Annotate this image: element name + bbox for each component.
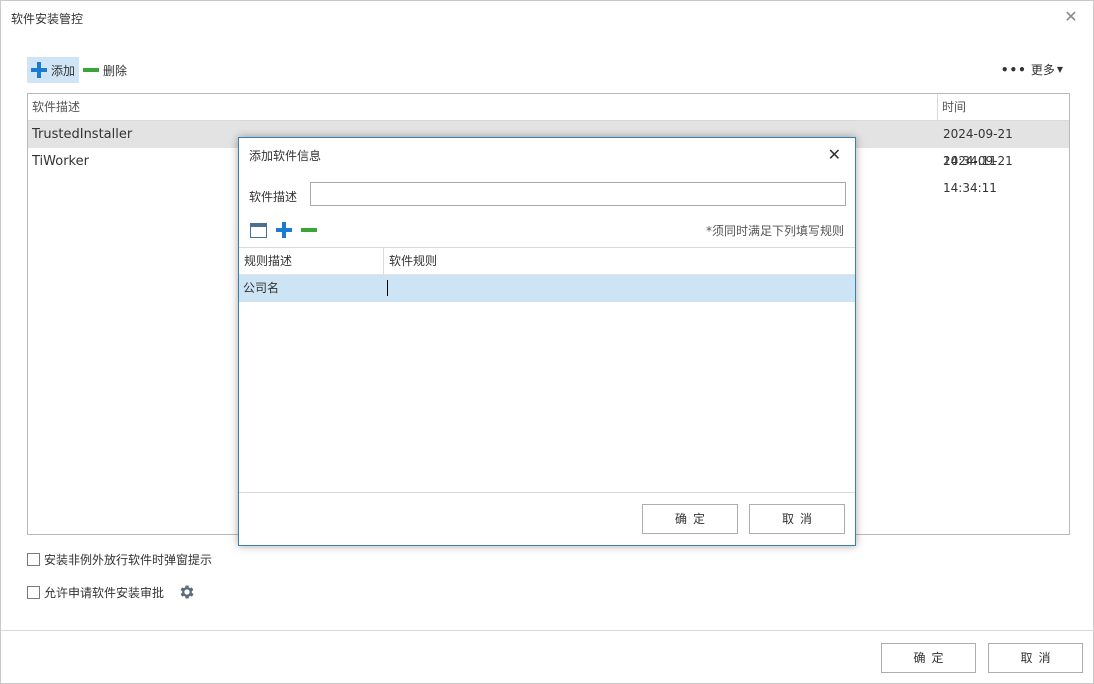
checkbox-box[interactable] [27,553,40,566]
remove-rule-icon[interactable] [301,228,317,232]
allow-approval-checkbox[interactable]: 允许申请软件安装审批 [27,584,164,601]
column-header-time[interactable]: 时间 [938,94,1069,121]
allow-approval-label: 允许申请软件安装审批 [44,586,165,600]
row-time: 2024-09-21 14:34:11 [943,154,1013,195]
dialog-title: 添加软件信息 [249,149,322,163]
more-menu-button[interactable]: ••• 更多 ▼ [1001,61,1063,78]
window-title: 软件安装管控 [11,12,84,26]
column-header-software-rule[interactable]: 软件规则 [384,248,855,275]
gear-icon[interactable] [178,583,196,601]
add-software-dialog: 添加软件信息 ✕ 软件描述 *须同时满足下列填写规则 规则描述 软件规则 公司名… [238,137,856,546]
rule-row[interactable]: 公司名 [239,275,855,302]
delete-button-label: 删除 [103,63,128,78]
column-header-rule-description[interactable]: 规则描述 [239,248,384,275]
window-icon[interactable] [250,222,267,238]
add-button-label: 添加 [51,63,76,78]
text-cursor[interactable] [387,280,388,296]
popup-prompt-label: 安装非例外放行软件时弹窗提示 [44,553,213,567]
add-button[interactable]: 添加 [27,57,80,83]
minus-icon [83,68,100,72]
software-description-input[interactable] [310,182,846,206]
checkbox-box[interactable] [27,586,40,599]
toolbar: 添加 删除 [27,57,131,83]
delete-button[interactable]: 删除 [79,57,131,83]
cancel-button[interactable]: 取消 [988,643,1083,673]
rule-description-cell: 公司名 [243,281,280,295]
row-description: TrustedInstaller [32,127,133,142]
dialog-toolbar [250,220,317,240]
software-description-label: 软件描述 [249,190,298,204]
dialog-close-icon[interactable]: ✕ [828,145,841,164]
rule-hint: *须同时满足下列填写规则 [705,224,844,238]
column-header-description[interactable]: 软件描述 [28,94,938,121]
rules-grid: 规则描述 软件规则 公司名 [239,247,855,493]
ok-button[interactable]: 确定 [881,643,976,673]
chevron-down-icon: ▼ [1056,65,1063,74]
add-rule-icon[interactable] [276,222,292,238]
table-header: 软件描述 时间 [28,94,1069,121]
rules-grid-header: 规则描述 软件规则 [239,248,855,275]
footer-divider [1,630,1094,631]
more-dots-icon: ••• [1000,62,1027,77]
more-label: 更多 [1030,63,1055,77]
popup-prompt-checkbox[interactable]: 安装非例外放行软件时弹窗提示 [27,551,212,568]
dialog-cancel-button[interactable]: 取消 [749,504,845,534]
plus-icon [31,62,47,78]
row-description: TiWorker [32,154,89,169]
dialog-ok-button[interactable]: 确定 [642,504,738,534]
close-icon[interactable]: ✕ [1063,9,1079,25]
